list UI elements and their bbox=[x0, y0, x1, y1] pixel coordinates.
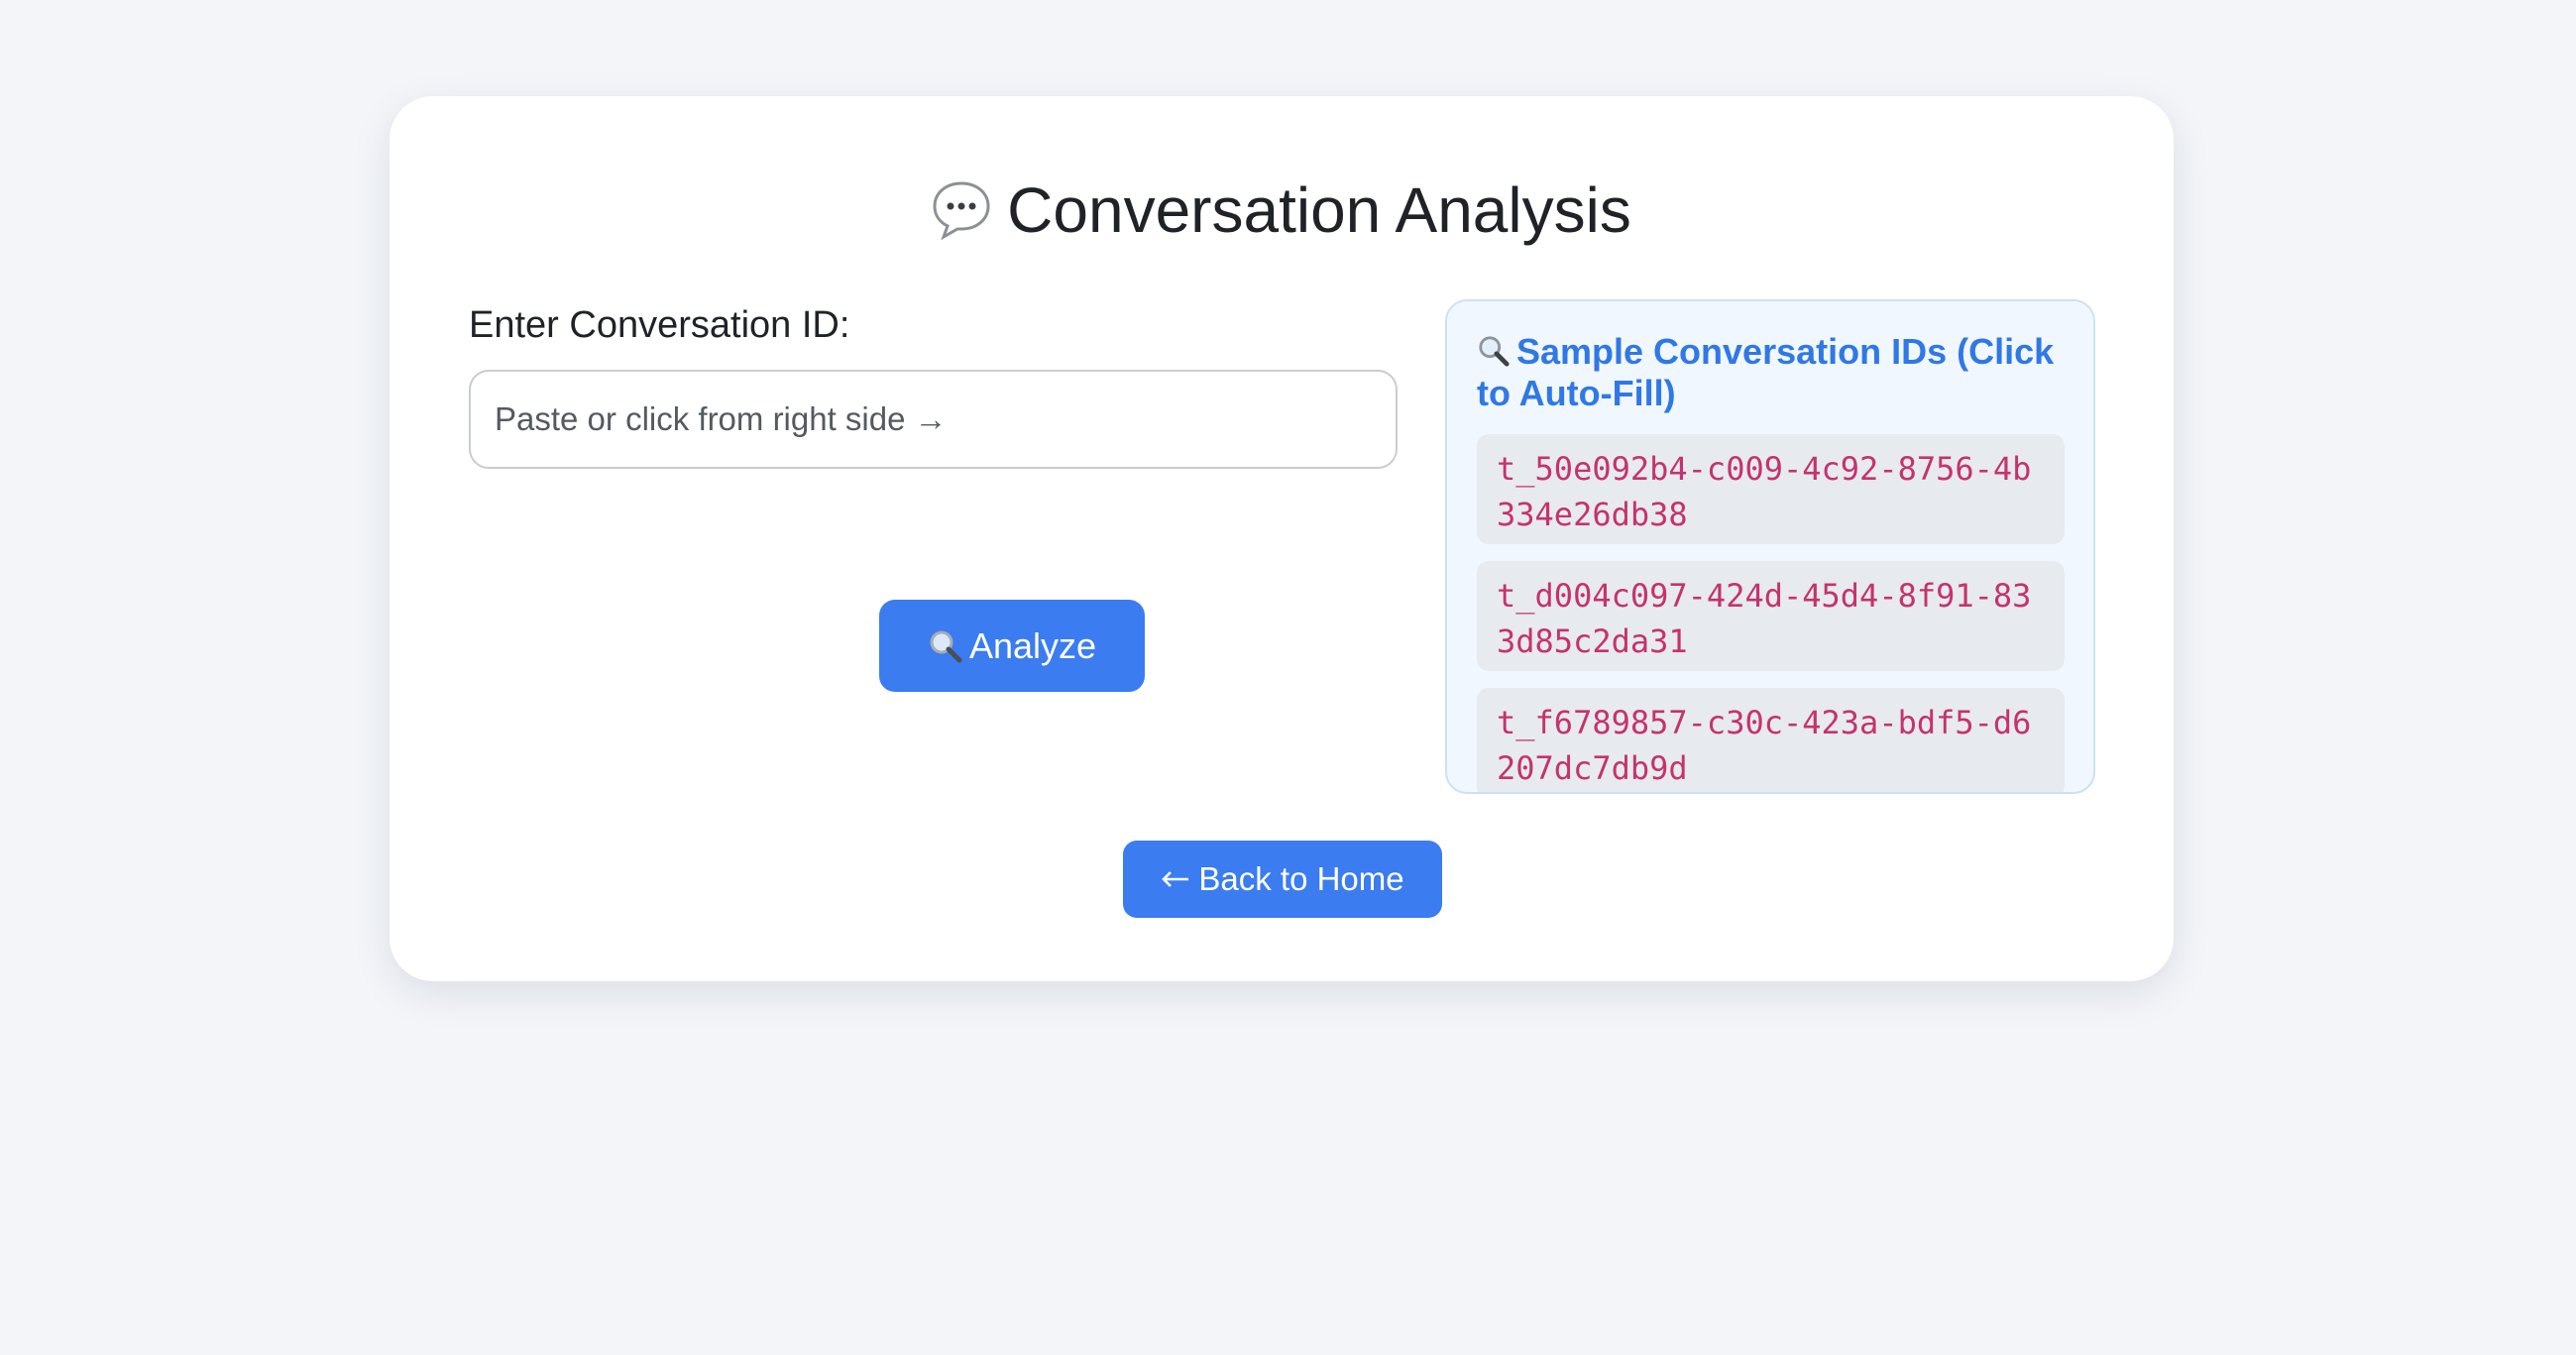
magnifier-icon bbox=[1477, 334, 1511, 368]
sample-ids-panel: Sample Conversation IDs (Click to Auto-F… bbox=[1445, 299, 2095, 794]
page-title: Conversation Analysis bbox=[390, 173, 2174, 247]
sample-ids-heading-text: Sample Conversation IDs (Click to Auto-F… bbox=[1477, 331, 2055, 413]
left-arrow-icon bbox=[1161, 869, 1190, 889]
sample-id-item[interactable]: t_f6789857-c30c-423a-bdf5-d6207dc7db9d bbox=[1477, 688, 2065, 792]
speech-bubble-icon bbox=[932, 179, 991, 241]
conversation-id-input[interactable] bbox=[469, 370, 1398, 469]
sample-ids-heading: Sample Conversation IDs (Click to Auto-F… bbox=[1477, 331, 2072, 414]
back-to-home-button[interactable]: Back to Home bbox=[1123, 841, 1442, 918]
back-to-home-label: Back to Home bbox=[1198, 860, 1404, 897]
analyze-button[interactable]: Analyze bbox=[879, 600, 1145, 692]
sample-id-item[interactable]: t_50e092b4-c009-4c92-8756-4b334e26db38 bbox=[1477, 434, 2065, 544]
conversation-form: Enter Conversation ID: Analyze bbox=[469, 302, 1398, 692]
sample-ids-list: t_50e092b4-c009-4c92-8756-4b334e26db38 t… bbox=[1477, 434, 2065, 792]
page-title-text: Conversation Analysis bbox=[1007, 174, 1631, 246]
analyze-button-label: Analyze bbox=[968, 624, 1097, 666]
magnifier-icon bbox=[928, 628, 963, 664]
analysis-card: Conversation Analysis Enter Conversation… bbox=[390, 96, 2174, 981]
sample-id-item[interactable]: t_d004c097-424d-45d4-8f91-833d85c2da31 bbox=[1477, 561, 2065, 671]
conversation-id-label: Enter Conversation ID: bbox=[469, 304, 850, 346]
